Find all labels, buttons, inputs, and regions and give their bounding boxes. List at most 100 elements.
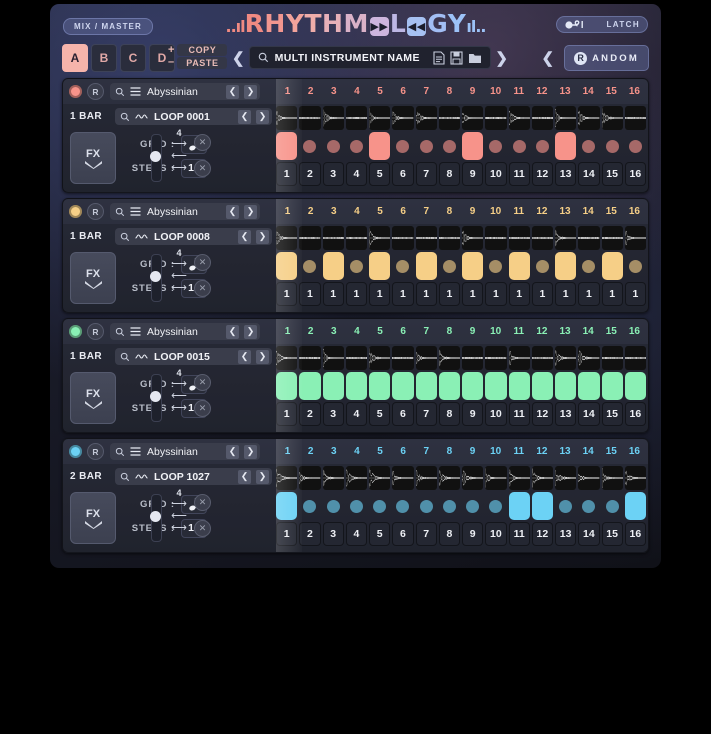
pad-slot[interactable] bbox=[346, 140, 367, 153]
step-pad[interactable] bbox=[350, 500, 363, 513]
latch-toggle[interactable]: LATCH bbox=[556, 16, 648, 33]
waveform-cell[interactable] bbox=[602, 226, 623, 250]
bar-length-label[interactable]: 1 BAR bbox=[70, 351, 102, 362]
waveform-cell[interactable] bbox=[555, 226, 576, 250]
step-pad[interactable] bbox=[369, 132, 390, 160]
waveform-cell[interactable] bbox=[485, 466, 506, 490]
pad-slot[interactable] bbox=[485, 260, 506, 273]
pad-slot[interactable] bbox=[578, 500, 599, 513]
waveform-cell[interactable] bbox=[392, 226, 413, 250]
arrow-both-icon[interactable]: ⟷ bbox=[167, 162, 191, 174]
waveform-cell[interactable] bbox=[555, 466, 576, 490]
step-pad[interactable] bbox=[373, 500, 386, 513]
step-pad[interactable] bbox=[276, 492, 297, 520]
step-number-cell[interactable]: 3 bbox=[323, 162, 344, 186]
step-number-cell[interactable]: 1 bbox=[532, 282, 553, 306]
pad-slot[interactable] bbox=[555, 372, 576, 400]
step-pad[interactable] bbox=[485, 372, 506, 400]
pad-slot[interactable] bbox=[276, 492, 297, 520]
step-number-cell[interactable]: 1 bbox=[416, 282, 437, 306]
pad-slot[interactable] bbox=[625, 140, 646, 153]
prev-preset-button[interactable]: ❮ bbox=[228, 49, 249, 67]
step-pad[interactable] bbox=[606, 140, 619, 153]
new-file-icon[interactable] bbox=[433, 51, 445, 65]
step-number-cell[interactable]: 15 bbox=[602, 522, 623, 546]
step-number-cell[interactable]: 11 bbox=[509, 402, 530, 426]
step-pad[interactable] bbox=[582, 140, 595, 153]
step-pad[interactable] bbox=[396, 500, 409, 513]
slider-knob[interactable] bbox=[150, 151, 161, 162]
step-number-cell[interactable]: 14 bbox=[578, 522, 599, 546]
step-pad[interactable] bbox=[629, 140, 642, 153]
pad-slot[interactable] bbox=[299, 140, 320, 153]
step-number-cell[interactable]: 12 bbox=[532, 522, 553, 546]
step-pad[interactable] bbox=[509, 252, 530, 280]
waveform-cell[interactable] bbox=[346, 226, 367, 250]
step-number-cell[interactable]: 1 bbox=[578, 282, 599, 306]
instrument-selector[interactable]: Abyssinian ❮ ❯ bbox=[110, 83, 260, 100]
step-number-cell[interactable]: 1 bbox=[276, 522, 297, 546]
division-number[interactable]: 4 bbox=[167, 128, 191, 138]
waveform-cell[interactable] bbox=[578, 346, 599, 370]
pad-slot[interactable] bbox=[323, 372, 344, 400]
pad-slot[interactable] bbox=[392, 500, 413, 513]
pad-slot[interactable] bbox=[509, 252, 530, 280]
step-number-cell[interactable]: 1 bbox=[369, 282, 390, 306]
random-button[interactable]: R ANDOM bbox=[564, 45, 649, 71]
step-number-cell[interactable]: 5 bbox=[369, 162, 390, 186]
pad-slot[interactable] bbox=[299, 260, 320, 273]
swing-slider[interactable] bbox=[151, 254, 162, 302]
waveform-cell[interactable] bbox=[392, 346, 413, 370]
step-number-cell[interactable]: 1 bbox=[346, 282, 367, 306]
pad-slot[interactable] bbox=[369, 372, 390, 400]
waveform-cell[interactable] bbox=[299, 226, 320, 250]
waveform-cell[interactable] bbox=[369, 106, 390, 130]
instrument-next-button[interactable]: ❯ bbox=[244, 445, 257, 459]
step-pad[interactable] bbox=[513, 140, 526, 153]
waveform-cell[interactable] bbox=[276, 346, 297, 370]
step-pad[interactable] bbox=[462, 372, 483, 400]
step-number-cell[interactable]: 14 bbox=[578, 162, 599, 186]
swing-slider[interactable] bbox=[151, 494, 162, 542]
waveform-cell[interactable] bbox=[299, 106, 320, 130]
step-pad[interactable] bbox=[602, 372, 623, 400]
waveform-cell[interactable] bbox=[578, 106, 599, 130]
waveform-cell[interactable] bbox=[578, 226, 599, 250]
pad-slot[interactable] bbox=[369, 132, 390, 160]
pad-slot[interactable] bbox=[369, 500, 390, 513]
step-number-cell[interactable]: 1 bbox=[276, 402, 297, 426]
step-number-cell[interactable]: 7 bbox=[416, 402, 437, 426]
waveform-cell[interactable] bbox=[555, 106, 576, 130]
step-pad[interactable] bbox=[466, 500, 479, 513]
step-pad[interactable] bbox=[416, 372, 437, 400]
step-number-cell[interactable]: 5 bbox=[369, 402, 390, 426]
waveform-cell[interactable] bbox=[369, 346, 390, 370]
step-number-cell[interactable]: 7 bbox=[416, 162, 437, 186]
loop-prev-button[interactable]: ❮ bbox=[238, 110, 251, 124]
step-pad[interactable] bbox=[555, 252, 576, 280]
clear-steps-button[interactable]: ✕ bbox=[194, 280, 211, 297]
track-color-dot[interactable] bbox=[69, 325, 82, 338]
step-number-cell[interactable]: 1 bbox=[392, 282, 413, 306]
pad-slot[interactable] bbox=[392, 260, 413, 273]
waveform-cell[interactable] bbox=[439, 466, 460, 490]
pad-slot[interactable] bbox=[555, 252, 576, 280]
list-menu-icon[interactable] bbox=[130, 207, 141, 216]
pad-slot[interactable] bbox=[602, 252, 623, 280]
step-pad[interactable] bbox=[323, 372, 344, 400]
step-number-cell[interactable]: 3 bbox=[323, 402, 344, 426]
track-color-dot[interactable] bbox=[69, 85, 82, 98]
waveform-cell[interactable] bbox=[439, 106, 460, 130]
bar-length-label[interactable]: 1 BAR bbox=[70, 111, 102, 122]
pad-slot[interactable] bbox=[602, 140, 623, 153]
step-pad[interactable] bbox=[299, 372, 320, 400]
step-number-cell[interactable]: 1 bbox=[299, 282, 320, 306]
step-pad[interactable] bbox=[346, 372, 367, 400]
instrument-prev-button[interactable]: ❮ bbox=[226, 325, 239, 339]
step-number-cell[interactable]: 6 bbox=[392, 162, 413, 186]
step-pad[interactable] bbox=[462, 252, 483, 280]
waveform-cell[interactable] bbox=[276, 466, 297, 490]
pad-slot[interactable] bbox=[369, 252, 390, 280]
arrow-both-icon[interactable]: ⟷ bbox=[167, 282, 191, 294]
list-menu-icon[interactable] bbox=[130, 87, 141, 96]
